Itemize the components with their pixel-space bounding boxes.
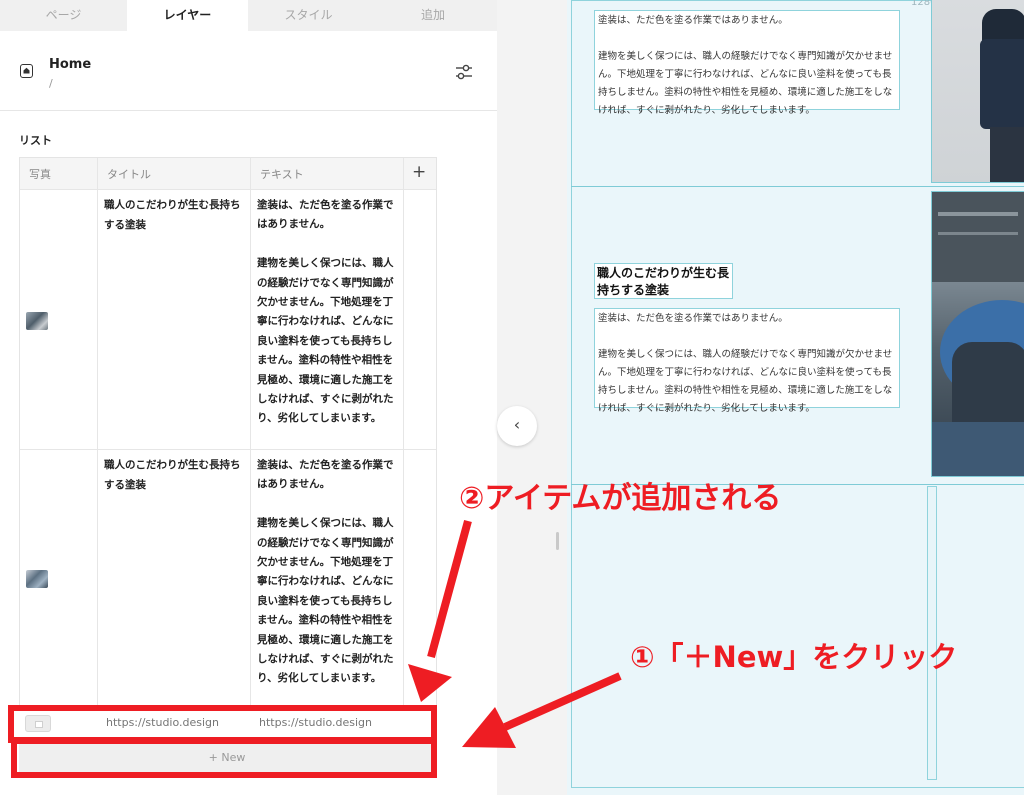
arrow-step2 bbox=[408, 519, 472, 702]
arrow-step1 bbox=[462, 672, 622, 748]
annotation-step1: ①「＋New」をクリック bbox=[630, 640, 958, 674]
annotation-step2: ②アイテムが追加される bbox=[459, 481, 782, 516]
